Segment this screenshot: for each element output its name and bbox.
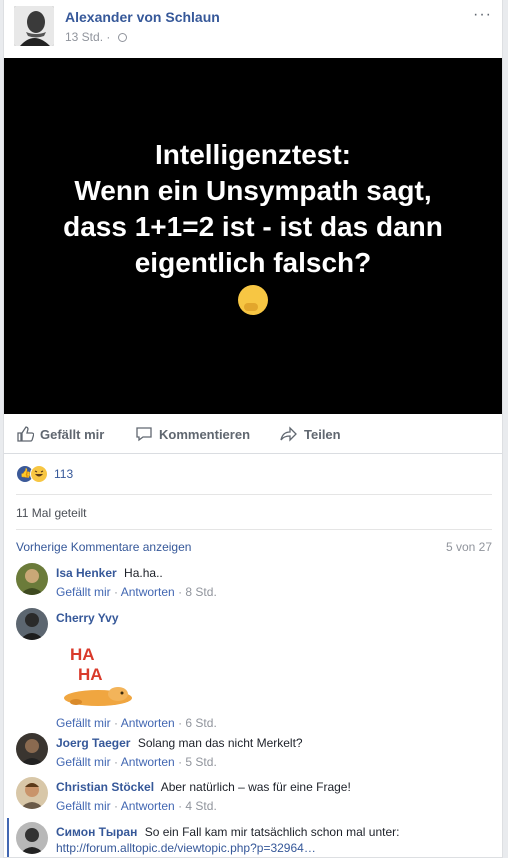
comment-actions: Gefällt mir · Antworten · 8 Std. [56,584,494,600]
comment-button[interactable]: Kommentieren [135,425,250,443]
commenter-avatar[interactable] [16,608,48,640]
author-avatar[interactable] [14,6,54,46]
sticker-text-1: HA [70,645,95,664]
post-actions: Gefällt mir Kommentieren Teilen [4,415,502,454]
share-icon [280,426,297,442]
meta-separator: · [106,30,111,44]
comment-actions: Gefällt mir · Antworten · 6 Std. [56,715,494,731]
dot-separator: · [114,585,119,599]
comment-link[interactable]: http://forum.alltopic.de/viewtopic.php?p… [56,841,316,855]
author-name[interactable]: Alexander von Schlaun [65,9,220,25]
commenter-avatar[interactable] [16,563,48,595]
thumbs-up-icon [17,426,34,442]
commenter-avatar[interactable] [16,733,48,765]
share-button-label: Teilen [304,426,341,442]
divider [16,529,492,530]
comment-reply-link[interactable]: Antworten [121,716,175,730]
post-image[interactable]: Intelligenztest: Wenn ein Unsympath sagt… [4,58,502,414]
post-time[interactable]: 13 Std. [65,30,103,44]
comment-time[interactable]: 4 Std. [185,799,216,813]
comment-like-link[interactable]: Gefällt mir [56,716,111,730]
dot-separator: · [178,585,183,599]
comment-text: Ha.ha.. [124,566,163,580]
reaction-count: 113 [54,467,74,481]
dot-separator: · [178,755,183,769]
comment-reply-link[interactable]: Antworten [121,755,175,769]
haha-sticker[interactable]: HA HA [56,632,136,712]
globe-icon [117,33,127,43]
comment-button-label: Kommentieren [159,426,251,442]
more-options-icon[interactable]: ··· [473,6,492,24]
dot-separator: · [114,755,119,769]
post-card: Alexander von Schlaun 13 Std. · ··· Inte… [3,0,503,858]
dot-separator: · [178,799,183,813]
comment-text: So ein Fall kam mir tatsächlich schon ma… [144,825,400,839]
like-button-label: Gefällt mir [40,426,105,442]
like-button[interactable]: Gefällt mir [16,425,104,443]
dot-separator: · [114,716,119,730]
commenter-avatar[interactable] [16,822,48,854]
shares-count[interactable]: 11 Mal geteilt [16,506,86,520]
commenter-name[interactable]: Christian Stöckel [56,780,154,794]
comment-like-link[interactable]: Gefällt mir [56,799,111,813]
dot-separator: · [114,799,119,813]
reactions-summary[interactable]: 113 [16,465,73,483]
comment-text: Aber natürlich – was für eine Frage! [160,780,351,794]
thinking-face-icon [238,285,268,315]
sticker-text-2: HA [78,665,103,684]
comment-time[interactable]: 5 Std. [185,755,216,769]
post-image-text: Intelligenztest: Wenn ein Unsympath sagt… [63,139,443,278]
comment-icon [136,427,152,442]
comment-like-link[interactable]: Gefällt mir [56,585,111,599]
comment-time[interactable]: 8 Std. [185,585,216,599]
haha-reaction-icon [30,465,48,483]
commenter-name[interactable]: Cherry Yvy [56,611,119,625]
comment-reply-link[interactable]: Antworten [121,799,175,813]
dot-separator: · [178,716,183,730]
comments-count: 5 von 27 [445,540,492,554]
comment-actions: Gefällt mir · Antworten · 5 Std. [56,754,494,770]
comment-like-link[interactable]: Gefällt mir [56,755,111,769]
divider [16,494,492,495]
commenter-name[interactable]: Joerg Taeger [56,736,130,750]
post-header: Alexander von Schlaun 13 Std. · ··· [4,0,502,58]
commenter-avatar[interactable] [16,777,48,809]
share-button[interactable]: Teilen [280,425,341,443]
commenter-name[interactable]: Isa Henker [56,566,117,580]
comment-reply-link[interactable]: Antworten [121,585,175,599]
comment-text: Solang man das nicht Merkelt? [137,736,303,750]
post-meta: 13 Std. · [65,30,127,44]
comment-time[interactable]: 6 Std. [185,716,216,730]
highlight-bar [7,818,9,857]
comment-actions: Gefällt mir · Antworten · 4 Std. [56,798,494,814]
commenter-name[interactable]: Симон Тыран [56,825,137,839]
previous-comments-link[interactable]: Vorherige Kommentare anzeigen [16,540,191,554]
